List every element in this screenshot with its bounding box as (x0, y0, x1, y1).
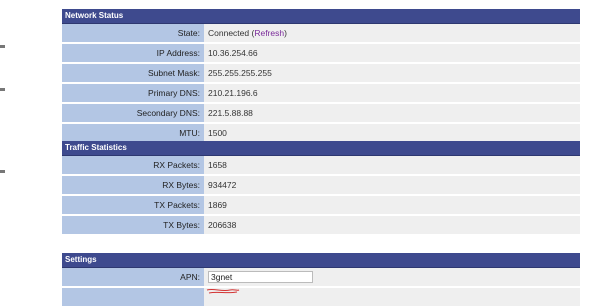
secondary-dns-row: Secondary DNS: 221.5.88.88 (62, 104, 580, 124)
traffic-statistics-panel: Traffic Statistics RX Packets: 1658 RX B… (62, 141, 580, 236)
tx-packets-row: TX Packets: 1869 (62, 196, 580, 216)
next-settings-value (204, 288, 580, 306)
left-nav (0, 0, 60, 300)
primary-dns-value: 210.21.196.6 (204, 84, 580, 102)
tx-bytes-label: TX Bytes: (62, 216, 204, 234)
refresh-link[interactable]: Refresh (254, 28, 284, 38)
subnet-mask-row: Subnet Mask: 255.255.255.255 (62, 64, 580, 84)
apn-label: APN: (62, 268, 204, 286)
ip-address-row: IP Address: 10.36.254.66 (62, 44, 580, 64)
mtu-label: MTU: (62, 124, 204, 142)
annotation-underline-mark (206, 288, 240, 294)
rx-bytes-row: RX Bytes: 934472 (62, 176, 580, 196)
ip-address-label: IP Address: (62, 44, 204, 62)
rx-packets-label: RX Packets: (62, 156, 204, 174)
paren-close: ) (284, 28, 287, 38)
mtu-value: 1500 (204, 124, 580, 142)
settings-header: Settings (62, 253, 580, 268)
state-value: Connected (208, 28, 250, 38)
rx-bytes-value: 934472 (204, 176, 580, 194)
secondary-dns-label: Secondary DNS: (62, 104, 204, 122)
network-status-header: Network Status (62, 9, 580, 24)
rx-bytes-label: RX Bytes: (62, 176, 204, 194)
tx-bytes-row: TX Bytes: 206638 (62, 216, 580, 236)
ip-address-value: 10.36.254.66 (204, 44, 580, 62)
tx-packets-value: 1869 (204, 196, 580, 214)
nav-item-marker[interactable] (0, 88, 5, 91)
state-label: State: (62, 24, 204, 42)
primary-dns-label: Primary DNS: (62, 84, 204, 102)
subnet-mask-value: 255.255.255.255 (204, 64, 580, 82)
rx-packets-row: RX Packets: 1658 (62, 156, 580, 176)
apn-input[interactable] (208, 271, 313, 283)
nav-item-marker[interactable] (0, 45, 5, 48)
rx-packets-value: 1658 (204, 156, 580, 174)
apn-row: APN: (62, 268, 580, 288)
traffic-statistics-header: Traffic Statistics (62, 141, 580, 156)
state-row: State: Connected (Refresh) (62, 24, 580, 44)
next-settings-row (62, 288, 580, 308)
apn-value-cell (204, 268, 580, 286)
network-status-panel: Network Status State: Connected (Refresh… (62, 9, 580, 144)
state-value-cell: Connected (Refresh) (204, 24, 580, 42)
tx-packets-label: TX Packets: (62, 196, 204, 214)
tx-bytes-value: 206638 (204, 216, 580, 234)
primary-dns-row: Primary DNS: 210.21.196.6 (62, 84, 580, 104)
secondary-dns-value: 221.5.88.88 (204, 104, 580, 122)
subnet-mask-label: Subnet Mask: (62, 64, 204, 82)
next-settings-label (62, 288, 204, 306)
nav-item-marker[interactable] (0, 170, 5, 173)
